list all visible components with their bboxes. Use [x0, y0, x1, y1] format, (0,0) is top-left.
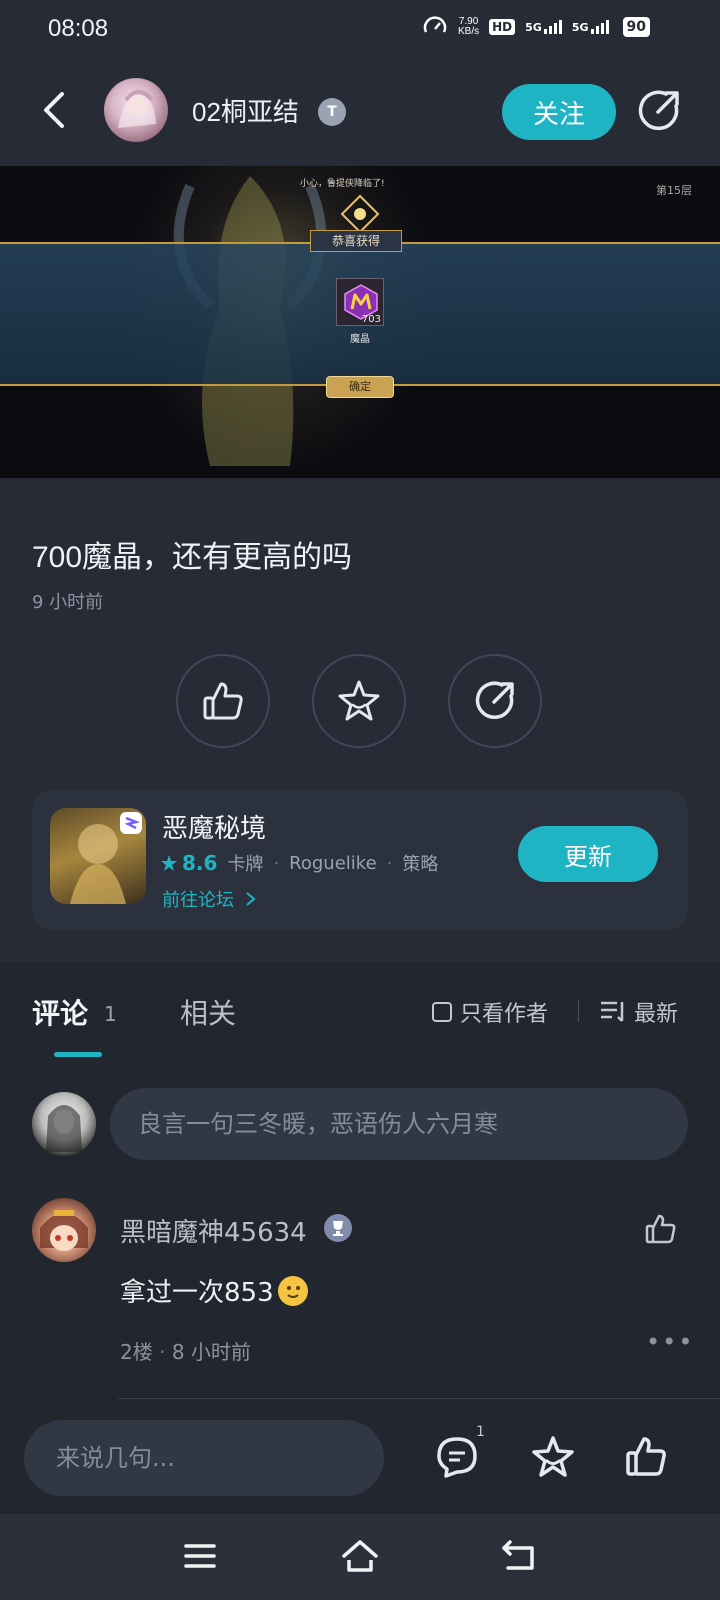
- comment-time: 8 小时前: [171, 1340, 251, 1364]
- game-name[interactable]: 恶魔秘境: [162, 808, 266, 845]
- comment-divider: [118, 1398, 720, 1399]
- tab-related[interactable]: 相关: [180, 992, 236, 1032]
- tag-separator: ·: [386, 852, 393, 874]
- tab-comments[interactable]: 评论: [32, 992, 88, 1032]
- divider: [578, 1000, 579, 1022]
- net-speed: 7.90 KB/s: [458, 17, 479, 37]
- share-icon[interactable]: [636, 88, 682, 134]
- comment-bubble-icon[interactable]: [434, 1434, 480, 1480]
- banner-tip: 小心，鲁提侠降临了!: [300, 179, 385, 189]
- item-name: 魔晶: [350, 334, 370, 345]
- author-name[interactable]: 02桐亚结: [192, 92, 299, 129]
- game-app-icon[interactable]: [50, 808, 146, 904]
- status-bar: 08:08 7.90 KB/s HD 5G 5G 90: [0, 0, 720, 58]
- post-header: 02桐亚结 T 关注: [0, 62, 720, 162]
- game-card[interactable]: 恶魔秘境 8.6 卡牌 · Roguelike · 策略 前往论坛 更新: [32, 790, 688, 930]
- chevron-right-icon: [246, 892, 256, 906]
- hd-icon: HD: [489, 19, 516, 35]
- author-only-toggle[interactable]: 只看作者: [432, 996, 548, 1028]
- update-button[interactable]: 更新: [518, 826, 658, 882]
- game-rating-value: 8.6: [182, 851, 218, 875]
- speedometer-icon: [423, 16, 447, 33]
- signal-2-icon: 5G: [572, 20, 609, 34]
- home-icon[interactable]: [340, 1536, 380, 1576]
- forum-link-label: 前往论坛: [162, 890, 234, 911]
- comment-like-icon[interactable]: [644, 1212, 678, 1246]
- back-nav-icon[interactable]: [500, 1536, 540, 1576]
- thumbs-up-icon[interactable]: [624, 1434, 670, 1480]
- net-speed-unit: KB/s: [458, 26, 480, 37]
- share-icon: [475, 681, 514, 720]
- comment-floor: 2楼: [120, 1340, 153, 1364]
- active-tab-indicator: [54, 1052, 102, 1057]
- star-icon: [338, 680, 380, 721]
- system-nav-bar: [0, 1514, 720, 1600]
- sort-icon: [601, 1001, 624, 1022]
- status-icons: 7.90 KB/s HD 5G 5G 90: [422, 14, 650, 40]
- battery-icon: 90: [622, 17, 650, 37]
- trophy-badge-icon: [324, 1214, 352, 1242]
- game-rating: 8.6: [160, 851, 217, 875]
- reply-input[interactable]: 来说几句...: [24, 1420, 384, 1496]
- game-tag: Roguelike: [289, 852, 377, 874]
- post-title: 700魔晶，还有更高的吗: [32, 541, 353, 574]
- author-level-badge: T: [318, 98, 346, 126]
- commenter-avatar[interactable]: [32, 1198, 96, 1262]
- more-options-icon[interactable]: •••: [646, 1328, 694, 1356]
- author-only-label: 只看作者: [460, 1002, 549, 1027]
- favorite-star-icon[interactable]: [530, 1434, 576, 1480]
- share-action-button[interactable]: [448, 654, 542, 748]
- commenter-name[interactable]: 黑暗魔神45634: [120, 1212, 307, 1249]
- bottom-comment-count: 1: [476, 1424, 485, 1440]
- tag-separator: ·: [273, 852, 280, 874]
- favorite-action-button[interactable]: [312, 654, 406, 748]
- confirm-plate: 确定: [326, 376, 394, 398]
- banner-level: 第15层: [656, 184, 692, 197]
- my-avatar[interactable]: [32, 1092, 96, 1156]
- like-action-button[interactable]: [176, 654, 270, 748]
- sim2-label: 5G: [571, 21, 589, 34]
- post-time: 9 小时前: [32, 592, 104, 613]
- signal-1-icon: 5G: [525, 20, 562, 34]
- emblem-icon: [340, 194, 380, 234]
- game-tag: 卡牌: [227, 854, 264, 875]
- item-quantity: 703: [361, 314, 381, 325]
- sort-label: 最新: [634, 1002, 679, 1027]
- reward-title: 恭喜获得: [310, 230, 402, 252]
- comment-text: 拿过一次853: [120, 1272, 308, 1309]
- meta-separator: ·: [159, 1340, 172, 1364]
- game-tag: 策略: [402, 854, 439, 875]
- game-meta: 8.6 卡牌 · Roguelike · 策略: [160, 850, 438, 876]
- comment-count: 1: [104, 1002, 117, 1026]
- checkbox-icon[interactable]: [432, 1002, 452, 1022]
- sort-button[interactable]: 最新: [600, 996, 678, 1028]
- bottom-action-bar: 来说几句... 1: [0, 1406, 720, 1514]
- menu-icon[interactable]: [180, 1536, 220, 1576]
- thumbs-up-icon: [203, 682, 243, 720]
- follow-button[interactable]: 关注: [502, 84, 616, 140]
- post-image[interactable]: 小心，鲁提侠降临了! 第15层 恭喜获得 703 魔晶 确定: [0, 166, 720, 478]
- author-avatar[interactable]: [104, 78, 168, 142]
- status-time: 08:08: [48, 15, 109, 42]
- comment-input[interactable]: 良言一句三冬暖，恶语伤人六月寒: [110, 1088, 688, 1160]
- smile-emoji-icon: [277, 1275, 308, 1306]
- comment-body: 拿过一次853: [120, 1278, 274, 1308]
- forum-link[interactable]: 前往论坛: [162, 886, 258, 912]
- rating-star-icon: [161, 855, 177, 871]
- back-arrow-icon[interactable]: [36, 88, 70, 132]
- reward-item: 703: [336, 278, 384, 326]
- sim1-label: 5G: [525, 21, 542, 34]
- comment-meta: 2楼 · 8 小时前: [120, 1336, 251, 1365]
